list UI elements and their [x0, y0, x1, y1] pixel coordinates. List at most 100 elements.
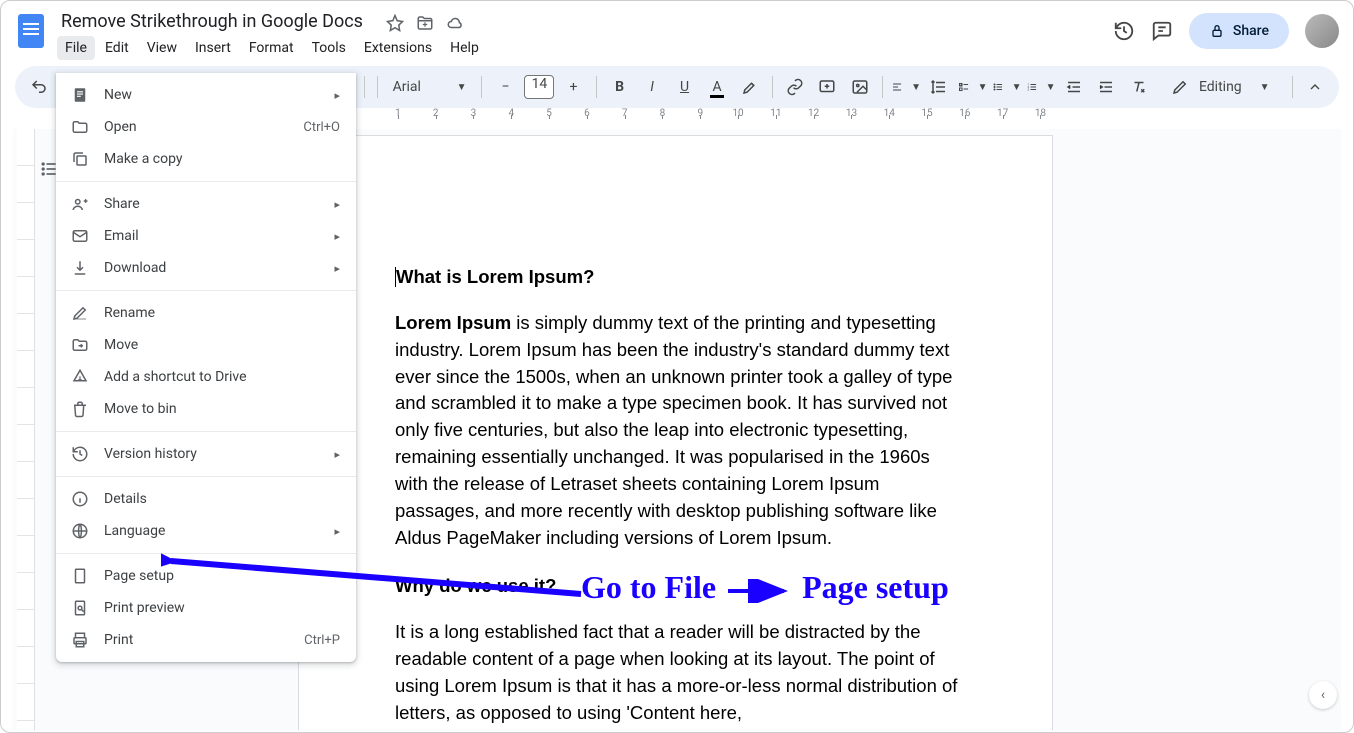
document-page[interactable]: What is Lorem Ipsum? Lorem Ipsum is simp… — [298, 135, 1053, 730]
shortcut-label: Ctrl+P — [304, 633, 340, 648]
menu-item-move[interactable]: Move — [56, 329, 356, 361]
clear-formatting-button[interactable] — [1124, 72, 1152, 102]
share-icon — [70, 195, 90, 213]
submenu-arrow-icon: ▸ — [334, 230, 340, 243]
ruler-tick: 6 — [568, 108, 606, 119]
share-button[interactable]: Share — [1189, 13, 1289, 49]
text-color-button[interactable]: A — [703, 72, 731, 102]
menu-item-rename[interactable]: Rename — [56, 297, 356, 329]
submenu-arrow-icon: ▸ — [334, 262, 340, 275]
ruler-tick: 13 — [833, 108, 871, 119]
trash-icon — [70, 400, 90, 418]
menu-format[interactable]: Format — [241, 36, 302, 60]
preview-icon — [70, 599, 90, 617]
ruler-tick: 12 — [795, 108, 833, 119]
account-avatar[interactable] — [1305, 14, 1339, 48]
copy-icon — [70, 150, 90, 168]
file-menu-dropdown: New▸ OpenCtrl+O Make a copy Share▸ Email… — [56, 73, 356, 662]
menu-item-details[interactable]: Details — [56, 483, 356, 515]
align-button[interactable]: ▼ — [891, 72, 921, 102]
increase-indent-button[interactable] — [1092, 72, 1120, 102]
menu-item-print-preview[interactable]: Print preview — [56, 592, 356, 624]
numbered-list-button[interactable]: 123▼ — [1026, 72, 1056, 102]
editing-mode-button[interactable]: Editing ▼ — [1157, 72, 1284, 102]
menu-item-move-to-bin[interactable]: Move to bin — [56, 393, 356, 425]
font-size-input[interactable]: 14 — [524, 75, 554, 99]
italic-button[interactable]: I — [638, 72, 666, 102]
bullet-list-button[interactable]: ▼ — [992, 72, 1022, 102]
shortcut-label: Ctrl+O — [303, 120, 340, 135]
bold-button[interactable]: B — [605, 72, 633, 102]
menu-item-download[interactable]: Download▸ — [56, 252, 356, 284]
decrease-font-size[interactable]: − — [490, 72, 520, 102]
star-icon[interactable] — [386, 14, 404, 32]
menu-item-page-setup[interactable]: Page setup — [56, 560, 356, 592]
svg-text:3: 3 — [1027, 88, 1029, 92]
menu-item-version-history[interactable]: Version history▸ — [56, 438, 356, 470]
toolbar-separator — [772, 76, 773, 98]
collapse-toolbar-button[interactable] — [1301, 72, 1329, 102]
toolbar-separator — [1292, 76, 1293, 98]
move-icon[interactable] — [416, 14, 434, 32]
underline-button[interactable]: U — [670, 72, 698, 102]
line-spacing-button[interactable] — [925, 72, 953, 102]
undo-button[interactable] — [25, 72, 53, 102]
menu-edit[interactable]: Edit — [97, 36, 137, 60]
ruler-tick: 10 — [719, 108, 757, 119]
explore-side-button[interactable]: ‹ — [1309, 681, 1337, 709]
vertical-ruler[interactable] — [17, 129, 35, 730]
insert-image-button[interactable] — [846, 72, 874, 102]
menu-extensions[interactable]: Extensions — [356, 36, 440, 60]
print-icon — [70, 631, 90, 649]
doc-paragraph-1: Lorem Ipsum is simply dummy text of the … — [395, 310, 962, 551]
comments-icon[interactable] — [1151, 20, 1173, 42]
ruler-tick: 17 — [984, 108, 1022, 119]
submenu-arrow-icon: ▸ — [334, 525, 340, 538]
document-title[interactable]: Remove Strikethrough in Google Docs — [55, 9, 369, 34]
ruler-tick: 7 — [606, 108, 644, 119]
menu-item-new[interactable]: New▸ — [56, 79, 356, 111]
ruler-tick: 2 — [417, 108, 455, 119]
font-family-selector[interactable]: Arial▼ — [386, 73, 474, 101]
submenu-arrow-icon: ▸ — [334, 198, 340, 211]
menu-bar: File Edit View Insert Format Tools Exten… — [57, 36, 1113, 60]
page-setup-icon — [70, 567, 90, 585]
checklist-button[interactable]: ▼ — [958, 72, 988, 102]
download-icon — [70, 259, 90, 277]
doc-heading-2: Why do we use it? — [395, 575, 962, 597]
menu-item-add-shortcut[interactable]: Add a shortcut to Drive — [56, 361, 356, 393]
history-icon — [70, 445, 90, 463]
globe-icon — [70, 522, 90, 540]
history-icon[interactable] — [1113, 20, 1135, 42]
rename-icon — [70, 304, 90, 322]
insert-comment-button[interactable] — [813, 72, 841, 102]
docs-logo[interactable] — [13, 13, 49, 49]
menu-item-email[interactable]: Email▸ — [56, 220, 356, 252]
ruler-tick: 9 — [681, 108, 719, 119]
menu-help[interactable]: Help — [442, 36, 487, 60]
ruler-tick: 8 — [644, 108, 682, 119]
menu-item-open[interactable]: OpenCtrl+O — [56, 111, 356, 143]
highlight-button[interactable] — [735, 72, 763, 102]
increase-font-size[interactable]: + — [558, 72, 588, 102]
menu-tools[interactable]: Tools — [304, 36, 354, 60]
decrease-indent-button[interactable] — [1060, 72, 1088, 102]
cloud-status-icon[interactable] — [446, 14, 464, 32]
ruler-tick: 3 — [455, 108, 493, 119]
ruler-tick: 14 — [870, 108, 908, 119]
menu-item-print[interactable]: PrintCtrl+P — [56, 624, 356, 656]
ruler-tick: 5 — [530, 108, 568, 119]
menu-item-share[interactable]: Share▸ — [56, 188, 356, 220]
drive-shortcut-icon — [70, 368, 90, 386]
menu-view[interactable]: View — [139, 36, 185, 60]
document-icon — [70, 86, 90, 104]
menu-item-language[interactable]: Language▸ — [56, 515, 356, 547]
menu-file[interactable]: File — [57, 36, 95, 60]
menu-insert[interactable]: Insert — [187, 36, 239, 60]
menu-item-make-copy[interactable]: Make a copy — [56, 143, 356, 175]
ruler-tick: 15 — [908, 108, 946, 119]
insert-link-button[interactable] — [781, 72, 809, 102]
email-icon — [70, 227, 90, 245]
ruler-tick: 16 — [946, 108, 984, 119]
doc-heading-1: What is Lorem Ipsum? — [396, 266, 594, 287]
